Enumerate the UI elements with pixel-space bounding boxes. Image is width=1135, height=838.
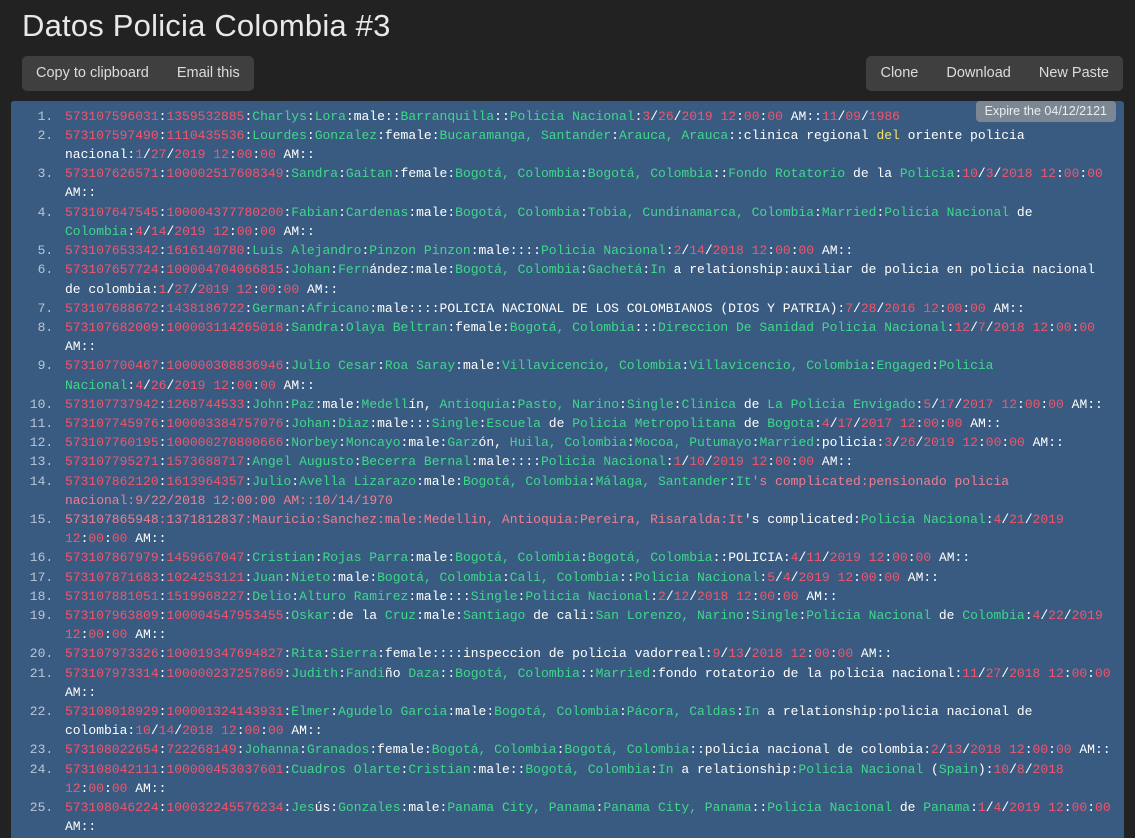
code-line: 573108042111:100000453037601:Cuadros Ola… <box>61 760 1116 798</box>
code-line: 573107653342:1616140780:Luis Alejandro:P… <box>61 241 1116 260</box>
code-line: 573107682009:100003114265018:Sandra:Olay… <box>61 318 1116 356</box>
copy-to-clipboard-button[interactable]: Copy to clipboard <box>22 56 163 91</box>
download-button[interactable]: Download <box>932 56 1025 91</box>
code-line: 573108018929:100001324143931:Elmer:Agude… <box>61 702 1116 740</box>
page-title: Datos Policia Colombia #3 <box>22 8 391 43</box>
code-line-list: 573107596031:1359532885:Charlys:Lora:mal… <box>11 101 1124 838</box>
paste-content-panel[interactable]: 573107596031:1359532885:Charlys:Lora:mal… <box>11 100 1124 838</box>
code-line: 573107688672:1438186722:German:Africano:… <box>61 299 1116 318</box>
code-line: 573107745976:100003384757076:Johan:Diaz:… <box>61 414 1116 433</box>
code-line: 573108046224:100032245576234:Jesús:Gonza… <box>61 798 1116 836</box>
code-line: 573107973326:100019347694827:Rita:Sierra… <box>61 644 1116 663</box>
toolbar: Copy to clipboard Email this Clone Downl… <box>0 44 1135 91</box>
code-line: 573107760195:100000270800666:Norbey:Monc… <box>61 433 1116 452</box>
code-line: 573107867979:1459667047:Cristian:Rojas P… <box>61 548 1116 567</box>
code-line: 573107737942:1268744533:John:Paz:male:Me… <box>61 395 1116 414</box>
right-button-group: Clone Download New Paste <box>866 56 1123 91</box>
code-line: 573107865948:1371812837:Mauricio:Sanchez… <box>61 510 1116 548</box>
code-line: 573107657724:100004704066815:Johan:Ferná… <box>61 260 1116 298</box>
code-line: 573107963809:100004547953455:Oskar:de la… <box>61 606 1116 644</box>
code-line: 573107881051:1519968227:Delio:Alturo Ram… <box>61 587 1116 606</box>
new-paste-button[interactable]: New Paste <box>1025 56 1123 91</box>
code-line: 573107871683:1024253121:Juan:Nieto:male:… <box>61 568 1116 587</box>
left-button-group: Copy to clipboard Email this <box>22 56 254 91</box>
code-line: 573108022654:722268149:Johanna:Granados:… <box>61 740 1116 759</box>
code-line: 573107626571:100002517608349:Sandra:Gait… <box>61 164 1116 202</box>
expire-badge: Expire the 04/12/2121 <box>975 100 1116 122</box>
code-line: 573107647545:100004377780200:Fabian:Card… <box>61 203 1116 241</box>
code-line: 573107700467:100000308836946:Julio Cesar… <box>61 356 1116 394</box>
code-line: 573107597490:1110435536:Lourdes:Gonzalez… <box>61 126 1116 164</box>
email-this-button[interactable]: Email this <box>163 56 254 91</box>
code-line: 573107862120:1613964357:Julio:Avella Liz… <box>61 472 1116 510</box>
clone-button[interactable]: Clone <box>866 56 932 91</box>
code-line: 573107973314:100000237257869:Judith:Fand… <box>61 664 1116 702</box>
code-line: 573107795271:1573688717:Angel Augusto:Be… <box>61 452 1116 471</box>
code-line: 573107596031:1359532885:Charlys:Lora:mal… <box>61 107 1116 126</box>
